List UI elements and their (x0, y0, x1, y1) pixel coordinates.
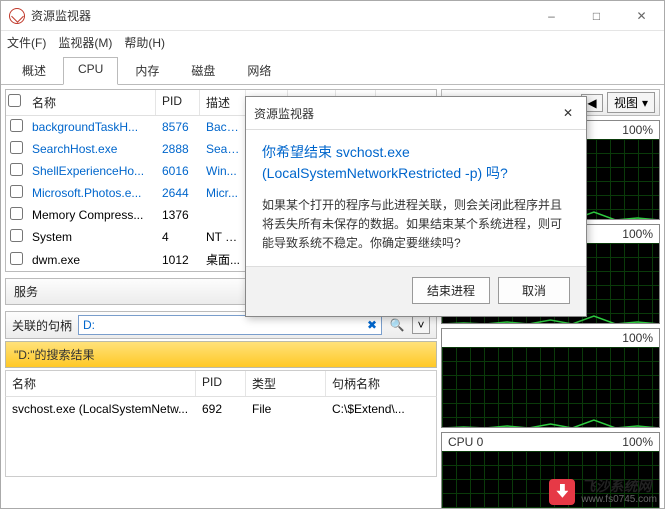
cell-pid: 1012 (156, 251, 200, 269)
app-icon (9, 8, 25, 24)
row-checkbox[interactable] (10, 207, 23, 220)
menu-monitor[interactable]: 监视器(M) (58, 34, 112, 51)
tab-network[interactable]: 网络 (232, 57, 286, 84)
clear-search-icon[interactable]: ✖ (367, 318, 377, 332)
cell-pid: 2888 (156, 140, 200, 158)
row-checkbox[interactable] (10, 185, 23, 198)
services-label: 服务 (14, 283, 38, 300)
menu-help[interactable]: 帮助(H) (124, 34, 165, 51)
cell-desc: NT K... (200, 228, 246, 246)
select-all-checkbox[interactable] (8, 94, 21, 107)
rc-type: File (246, 400, 326, 418)
watermark-line1: 飞沙系统网 (581, 479, 657, 494)
cell-desc: Back... (200, 118, 246, 136)
results-row[interactable]: svchost.exe (LocalSystemNetw...692FileC:… (6, 397, 436, 421)
rcol-pid[interactable]: PID (196, 371, 246, 396)
dialog-close-button[interactable]: ✕ (558, 103, 578, 123)
search-results-banner: "D:"的搜索结果 (5, 341, 437, 368)
tabstrip: 概述 CPU 内存 磁盘 网络 (1, 53, 664, 85)
chevron-down-icon: ▾ (642, 96, 648, 110)
results-header: 名称 PID 类型 句柄名称 (5, 370, 437, 397)
watermark: 飞沙系统网 www.fs0745.com (549, 479, 657, 505)
chart-body (442, 347, 659, 427)
chart-header: CPU 0100% (442, 433, 659, 451)
confirm-dialog: 资源监视器 ✕ 你希望结束 svchost.exe (LocalSystemNe… (245, 96, 587, 317)
window-controls: – □ ✕ (529, 1, 664, 30)
cell-pid: 6016 (156, 162, 200, 180)
watermark-icon (549, 479, 575, 505)
results-body: svchost.exe (LocalSystemNetw...692FileC:… (5, 397, 437, 477)
chart-title: CPU 0 (448, 435, 622, 449)
menu-file[interactable]: 文件(F) (7, 34, 46, 51)
cancel-button[interactable]: 取消 (498, 277, 570, 304)
rcol-type[interactable]: 类型 (246, 371, 326, 396)
row-checkbox[interactable] (10, 252, 23, 265)
dialog-title: 资源监视器 (254, 105, 558, 122)
expand-handles-button[interactable]: ˅ (412, 316, 430, 334)
cell-name: ShellExperienceHo... (26, 162, 156, 180)
close-button[interactable]: ✕ (619, 1, 664, 30)
titlebar: 资源监视器 – □ ✕ (1, 1, 664, 31)
cell-desc: Sear... (200, 140, 246, 158)
view-dropdown[interactable]: 视图 ▾ (607, 92, 655, 113)
minimize-button[interactable]: – (529, 1, 574, 30)
cell-pid: 8576 (156, 118, 200, 136)
tab-memory[interactable]: 内存 (120, 57, 174, 84)
tab-cpu[interactable]: CPU (63, 57, 118, 85)
row-checkbox[interactable] (10, 141, 23, 154)
rcol-name[interactable]: 名称 (6, 371, 196, 396)
cell-desc: Micr... (200, 184, 246, 202)
col-name[interactable]: 名称 (26, 90, 156, 115)
search-icon[interactable]: 🔍 (388, 316, 406, 334)
rcol-handle-name[interactable]: 句柄名称 (326, 371, 436, 396)
dialog-body: 你希望结束 svchost.exe (LocalSystemNetworkRes… (246, 130, 586, 266)
window-title: 资源监视器 (31, 7, 529, 24)
cell-name: dwm.exe (26, 251, 156, 269)
rc-handle-name: C:\$Extend\... (326, 400, 436, 418)
handles-label: 关联的句柄 (12, 317, 72, 334)
tab-disk[interactable]: 磁盘 (176, 57, 230, 84)
cell-desc: 桌面... (200, 249, 246, 270)
chart-header: 100% (442, 329, 659, 347)
row-checkbox[interactable] (10, 119, 23, 132)
chart-scale: 100% (622, 435, 653, 449)
row-checkbox[interactable] (10, 229, 23, 242)
cell-name: Microsoft.Photos.e... (26, 184, 156, 202)
view-label: 视图 (614, 94, 638, 111)
cell-name: Memory Compress... (26, 206, 156, 224)
cell-name: SearchHost.exe (26, 140, 156, 158)
cell-desc: Win... (200, 162, 246, 180)
chart-scale: 100% (622, 331, 653, 345)
col-pid[interactable]: PID (156, 90, 200, 115)
cell-name: System (26, 228, 156, 246)
cell-pid: 2644 (156, 184, 200, 202)
end-process-button[interactable]: 结束进程 (412, 277, 490, 304)
col-desc[interactable]: 描述 (200, 90, 246, 115)
dialog-sub-text: 如果某个打开的程序与此进程关联，则会关闭此程序并且将丢失所有未保存的数据。如果结… (262, 196, 570, 254)
cell-name: backgroundTaskH... (26, 118, 156, 136)
search-value: D: (83, 318, 95, 332)
rc-pid: 692 (196, 400, 246, 418)
cell-pid: 1376 (156, 206, 200, 224)
cpu-chart: 100% (441, 328, 660, 428)
tab-overview[interactable]: 概述 (7, 57, 61, 84)
menubar: 文件(F) 监视器(M) 帮助(H) (1, 31, 664, 53)
rc-name: svchost.exe (LocalSystemNetw... (6, 400, 196, 418)
cell-pid: 4 (156, 228, 200, 246)
dialog-buttons: 结束进程 取消 (246, 266, 586, 316)
handles-search-input[interactable]: D: ✖ (78, 315, 382, 335)
chart-scale: 100% (622, 123, 653, 137)
maximize-button[interactable]: □ (574, 1, 619, 30)
dialog-titlebar: 资源监视器 ✕ (246, 97, 586, 130)
watermark-line2: www.fs0745.com (581, 494, 657, 505)
row-checkbox[interactable] (10, 163, 23, 176)
cell-desc (200, 213, 246, 217)
chart-scale: 100% (622, 227, 653, 241)
dialog-main-text: 你希望结束 svchost.exe (LocalSystemNetworkRes… (262, 142, 570, 184)
